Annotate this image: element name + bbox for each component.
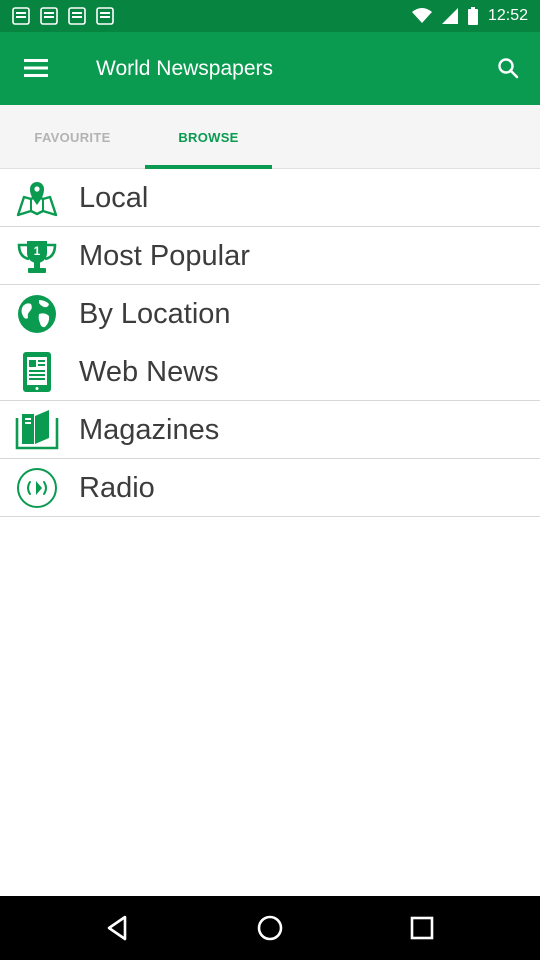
- list-item-local[interactable]: Local: [0, 169, 540, 227]
- notification-icon: [12, 7, 30, 25]
- list-item-most-popular[interactable]: 1 Most Popular: [0, 227, 540, 285]
- status-time: 12:52: [487, 7, 528, 24]
- navigation-bar: [0, 896, 540, 960]
- map-pin-icon: [14, 178, 60, 218]
- back-button[interactable]: [98, 908, 138, 948]
- list-item-radio[interactable]: Radio: [0, 459, 540, 517]
- recents-icon: [410, 916, 434, 940]
- phone-news-icon: [14, 352, 60, 392]
- home-icon: [257, 915, 283, 941]
- notification-icon: [68, 7, 86, 25]
- list-item-magazines[interactable]: Magazines: [0, 401, 540, 459]
- menu-button[interactable]: [14, 46, 58, 90]
- notification-icons: [12, 7, 114, 25]
- search-button[interactable]: [486, 46, 530, 90]
- notification-icon: [40, 7, 58, 25]
- hamburger-menu-icon: [24, 59, 48, 77]
- list-item-web-news[interactable]: Web News: [0, 343, 540, 401]
- list-item-label: Local: [79, 182, 149, 214]
- radio-icon: [14, 468, 60, 508]
- app-bar: World Newspapers: [0, 32, 540, 105]
- wifi-icon: [411, 8, 432, 23]
- list-item-label: Web News: [79, 356, 219, 388]
- list-item-by-location[interactable]: By Location: [0, 285, 540, 343]
- globe-icon: [14, 294, 60, 334]
- battery-icon: [467, 7, 478, 25]
- tab-bar: FAVOURITE BROWSE: [0, 105, 540, 169]
- search-icon: [498, 58, 519, 79]
- trophy-icon: 1: [14, 236, 60, 276]
- list-item-label: Most Popular: [79, 240, 250, 272]
- list-item-label: Radio: [79, 472, 155, 504]
- category-list: Local 1 Most Popular By Location Web New…: [0, 169, 540, 517]
- list-item-label: By Location: [79, 298, 231, 330]
- signal-icon: [441, 8, 458, 24]
- tab-browse-label: BROWSE: [178, 129, 239, 145]
- status-bar: 12:52: [0, 0, 540, 32]
- svg-text:1: 1: [34, 244, 41, 258]
- app-title: World Newspapers: [96, 57, 274, 80]
- back-icon: [107, 915, 127, 941]
- recents-button[interactable]: [402, 908, 442, 948]
- tab-favourite[interactable]: FAVOURITE: [0, 105, 145, 169]
- divider: [0, 516, 540, 517]
- tab-browse[interactable]: BROWSE: [145, 105, 272, 169]
- magazines-icon: [14, 410, 60, 450]
- tab-favourite-label: FAVOURITE: [34, 129, 111, 145]
- home-button[interactable]: [250, 908, 290, 948]
- list-item-label: Magazines: [79, 414, 220, 446]
- notification-icon: [96, 7, 114, 25]
